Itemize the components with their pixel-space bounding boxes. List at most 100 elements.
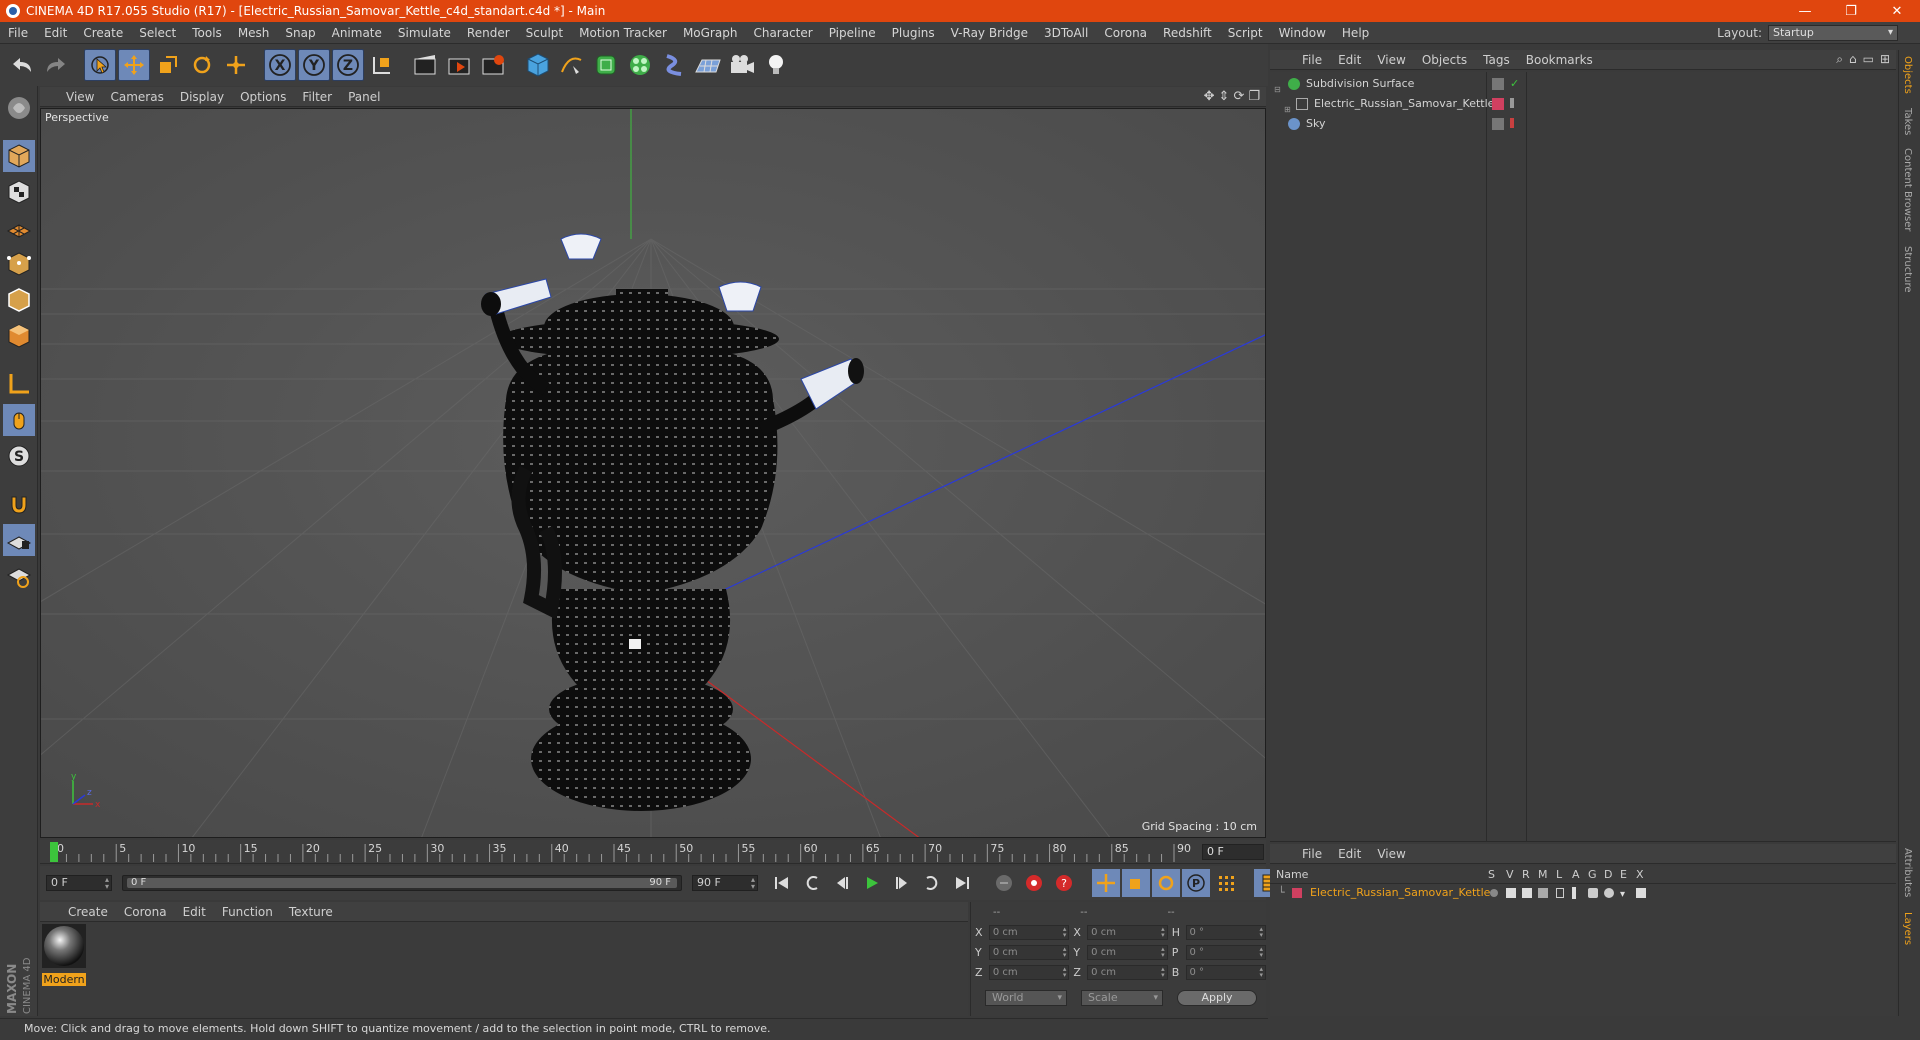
key-scale-icon[interactable] [1122, 869, 1150, 897]
generator-toggle-icon[interactable] [1588, 888, 1598, 898]
layer-header-solo[interactable]: S [1488, 868, 1495, 881]
redo-icon[interactable] [40, 49, 72, 81]
floor-icon[interactable] [692, 49, 724, 81]
key-position-icon[interactable] [1092, 869, 1120, 897]
subdivision-surface-icon[interactable] [590, 49, 622, 81]
layer-menu-view[interactable]: View [1369, 847, 1413, 861]
pan-view-icon[interactable]: ✥ [1204, 89, 1215, 104]
timeline-ruler[interactable]: 0 5 10 15 20 25 30 35 40 45 50 55 60 65 70 75 80 85 90 0 F [40, 840, 1266, 864]
render-view-icon[interactable] [410, 49, 442, 81]
solo-mode-icon[interactable]: S [3, 440, 35, 472]
visibility-dots-icon[interactable] [1510, 98, 1514, 108]
rotation-b-field[interactable]: 0 ° ▴ ▾ [1185, 964, 1267, 980]
material-menu-corona[interactable]: Corona [116, 905, 175, 919]
menu-simulate[interactable]: Simulate [390, 26, 459, 40]
enabled-checkmark-icon[interactable]: ✓ [1510, 78, 1522, 90]
object-row-subdivision-surface[interactable]: ⊟ Subdivision Surface ✓ [1270, 74, 1896, 94]
orbit-view-icon[interactable]: ⟳ [1233, 89, 1244, 104]
menu-vray-bridge[interactable]: V-Ray Bridge [943, 26, 1036, 40]
xref-toggle-icon[interactable] [1636, 888, 1646, 898]
viewport-menu-panel[interactable]: Panel [340, 90, 388, 104]
tab-objects[interactable]: Objects [1902, 56, 1913, 94]
layer-row[interactable]: └ Electric_Russian_Samovar_Kettle ▾ [1270, 884, 1896, 902]
home-icon[interactable]: ⌂ [1849, 52, 1857, 67]
z-axis-lock-icon[interactable]: Z [332, 49, 364, 81]
menu-plugins[interactable]: Plugins [884, 26, 943, 40]
animation-toggle-icon[interactable] [1572, 887, 1576, 899]
layout-select[interactable]: Startup [1768, 25, 1898, 41]
spline-pen-icon[interactable] [556, 49, 588, 81]
tab-structure[interactable]: Structure [1902, 246, 1913, 293]
cube-primitive-icon[interactable] [522, 49, 554, 81]
x-axis-lock-icon[interactable]: X [264, 49, 296, 81]
key-point-level-icon[interactable] [1212, 869, 1240, 897]
rotate-tool-icon[interactable] [186, 49, 218, 81]
object-menu-bookmarks[interactable]: Bookmarks [1518, 53, 1601, 67]
coordinate-space-select[interactable]: World [985, 990, 1067, 1006]
menu-tools[interactable]: Tools [184, 26, 230, 40]
material-menu-create[interactable]: Create [60, 905, 116, 919]
search-icon[interactable]: ⌕ [1836, 52, 1843, 67]
layer-header-deformers[interactable]: D [1604, 868, 1612, 881]
snapping-magnet-icon[interactable] [3, 488, 35, 520]
current-frame-field[interactable]: 0 F [1202, 844, 1264, 860]
menu-mograph[interactable]: MoGraph [675, 26, 746, 40]
polygons-mode-icon[interactable] [3, 320, 35, 352]
next-frame-icon[interactable] [888, 869, 916, 897]
tab-attributes[interactable]: Attributes [1902, 848, 1913, 897]
viewport-menu-view[interactable]: View [58, 90, 102, 104]
deformer-toggle-icon[interactable] [1604, 888, 1614, 898]
undo-icon[interactable] [6, 49, 38, 81]
layer-header-view[interactable]: V [1506, 868, 1514, 881]
menu-3dtoall[interactable]: 3DToAll [1036, 26, 1096, 40]
key-parameter-icon[interactable]: P [1182, 869, 1210, 897]
object-menu-edit[interactable]: Edit [1330, 53, 1369, 67]
menu-edit[interactable]: Edit [36, 26, 75, 40]
object-menu-tags[interactable]: Tags [1475, 53, 1518, 67]
axis-mode-icon[interactable] [3, 368, 35, 400]
menu-corona[interactable]: Corona [1096, 26, 1155, 40]
menu-select[interactable]: Select [131, 26, 184, 40]
end-frame-field[interactable]: 90 F ▴ ▾ [692, 875, 758, 891]
apply-button[interactable]: Apply [1177, 990, 1257, 1006]
camera-icon[interactable] [726, 49, 758, 81]
viewport-menu-filter[interactable]: Filter [294, 90, 340, 104]
menu-pipeline[interactable]: Pipeline [821, 26, 884, 40]
record-active-objects-icon[interactable] [990, 869, 1018, 897]
material-menu-edit[interactable]: Edit [175, 905, 214, 919]
tab-takes[interactable]: Takes [1902, 108, 1913, 135]
menu-file[interactable]: File [0, 26, 36, 40]
points-mode-icon[interactable] [3, 248, 35, 280]
rotation-h-field[interactable]: 0 ° ▴ ▾ [1185, 924, 1267, 940]
workplane-mode-icon[interactable] [3, 212, 35, 244]
light-icon[interactable] [760, 49, 792, 81]
render-toggle-icon[interactable] [1522, 888, 1532, 898]
lock-workplane-icon[interactable] [2, 524, 35, 556]
next-key-icon[interactable] [918, 869, 946, 897]
keyframe-selection-icon[interactable]: ? [1050, 869, 1078, 897]
manager-toggle-icon[interactable] [1538, 888, 1548, 898]
move-tool-icon[interactable] [118, 49, 150, 81]
maximize-button[interactable]: ❐ [1828, 0, 1874, 22]
cloner-icon[interactable] [624, 49, 656, 81]
coordinate-system-icon[interactable] [366, 49, 398, 81]
menu-help[interactable]: Help [1334, 26, 1377, 40]
edges-mode-icon[interactable] [3, 284, 35, 316]
new-window-icon[interactable]: ▭ [1863, 52, 1874, 67]
minimize-button[interactable]: — [1782, 0, 1828, 22]
size-z-field[interactable]: 0 cm ▴ ▾ [1087, 964, 1168, 980]
make-editable-icon[interactable] [3, 92, 35, 124]
menu-sculpt[interactable]: Sculpt [518, 26, 571, 40]
scale-tool-icon[interactable] [152, 49, 184, 81]
object-menu-objects[interactable]: Objects [1414, 53, 1475, 67]
size-x-field[interactable]: 0 cm ▴ ▾ [1087, 924, 1168, 940]
previous-key-icon[interactable] [798, 869, 826, 897]
menu-window[interactable]: Window [1271, 26, 1334, 40]
menu-animate[interactable]: Animate [324, 26, 390, 40]
visibility-dots-icon[interactable] [1510, 118, 1514, 128]
perspective-viewport[interactable]: y x z Perspective Grid Spacing : 10 cm [40, 108, 1266, 838]
layer-menu-edit[interactable]: Edit [1330, 847, 1369, 861]
solo-toggle-icon[interactable] [1490, 889, 1498, 897]
layer-header-expressions[interactable]: E [1620, 868, 1627, 881]
expression-toggle-icon[interactable]: ▾ [1620, 886, 1625, 904]
